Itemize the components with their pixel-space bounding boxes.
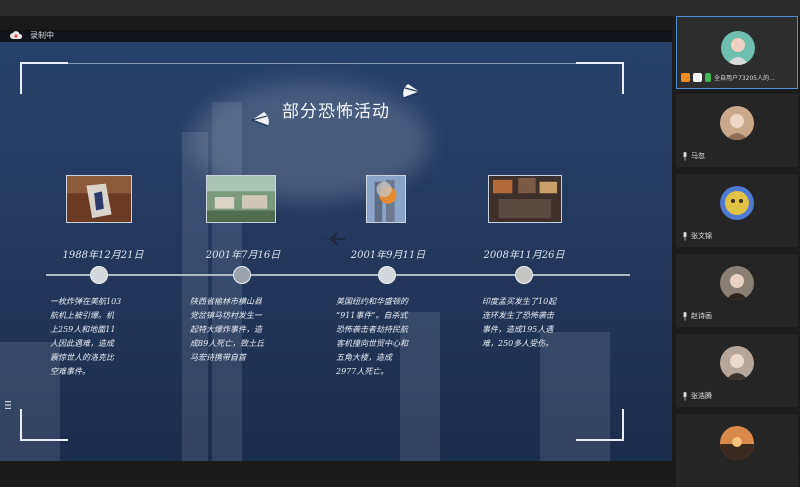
- event-date: 2001年9月11日: [350, 250, 426, 261]
- avatar: [721, 31, 755, 65]
- timeline-node: [515, 266, 533, 284]
- participant-name: 全自用户73205人的...: [714, 75, 775, 82]
- event-date: 1988年12月21日: [62, 250, 144, 261]
- participant-name-row: 赵诗画: [682, 310, 712, 322]
- timeline-node: [90, 266, 108, 284]
- mic-muted-icon: [683, 151, 687, 160]
- participant-controls: 全自用户73205人的...: [681, 73, 775, 82]
- recording-bar: 录制中: [0, 30, 672, 42]
- avatar: [720, 346, 754, 380]
- participant-name-row: 张浩腾: [682, 390, 712, 402]
- slide-menu-icon[interactable]: [4, 400, 12, 410]
- airplane-silhouette: [319, 233, 345, 245]
- participant-tile[interactable]: 马忽: [676, 94, 798, 167]
- frame-corner: [20, 409, 68, 441]
- event-description: 印度孟买发生了10起 连环发生了恐怖袭击 事件，造成195人遇 难，250多人受…: [482, 297, 557, 348]
- event-description: 一枚炸弹在美航103 航机上被引爆。机 上259人和地面11 人因此遇难，造成 …: [50, 297, 122, 376]
- participant-name: 张文锦: [691, 232, 712, 240]
- frame-corner: [20, 62, 68, 94]
- participant-tile[interactable]: 张浩腾: [676, 334, 798, 407]
- participant-tile[interactable]: 张文锦: [676, 174, 798, 247]
- video-icon[interactable]: [693, 73, 702, 82]
- shared-slide: 部分恐怖活动 1988年12月21日 2001年7月16日 2001年9月11日…: [0, 42, 672, 461]
- event-date: 2001年7月16日: [205, 250, 281, 261]
- mic-muted-icon: [683, 391, 687, 400]
- timeline-node: [378, 266, 396, 284]
- participant-name: 马忽: [691, 152, 705, 160]
- participant-name: 赵诗画: [691, 312, 712, 320]
- avatar: [720, 426, 754, 460]
- frame-corner: [576, 62, 624, 94]
- cloud-record-icon: [10, 31, 22, 39]
- timeline-line: [46, 274, 630, 276]
- participants-panel: 全自用户73205人的... 马忽 张文锦 赵诗画 张浩腾: [672, 16, 800, 487]
- event-description: 陕西省榆林市横山县 党岔镇马坊村发生一 起特大爆炸事件，造 成89人死亡，致土丘…: [190, 297, 265, 362]
- participant-name: 张浩腾: [691, 392, 712, 400]
- frame-line: [66, 63, 576, 64]
- event-date: 2008年11月26日: [483, 250, 565, 261]
- hand-icon[interactable]: [681, 73, 690, 82]
- event-photo-wtc: [366, 175, 406, 223]
- mic-muted-icon: [683, 311, 687, 320]
- participant-name-row: 马忽: [682, 150, 705, 162]
- avatar: [720, 186, 754, 220]
- mic-muted-icon: [683, 231, 687, 240]
- top-bar: [0, 0, 800, 16]
- recording-label: 录制中: [30, 31, 54, 40]
- avatar: [720, 106, 754, 140]
- slide-title: 部分恐怖活动: [282, 102, 390, 122]
- mic-icon[interactable]: [705, 73, 711, 82]
- event-photo-village: [206, 175, 276, 223]
- participant-tile[interactable]: 全自用户73205人的...: [676, 16, 798, 89]
- background-building: [540, 332, 610, 461]
- avatar: [720, 266, 754, 300]
- participant-tile[interactable]: 赵诗画: [676, 254, 798, 327]
- event-photo-mumbai: [488, 175, 562, 223]
- timeline-node: [233, 266, 251, 284]
- event-photo-lockerbie: [66, 175, 132, 223]
- participant-name-row: 张文锦: [682, 230, 712, 242]
- frame-corner: [576, 409, 624, 441]
- participant-tile[interactable]: [676, 414, 798, 487]
- event-description: 美国纽约和华盛顿的 “911事件”。自杀式 恐怖袭击者劫持民航 客机撞向世贸中心…: [336, 297, 408, 376]
